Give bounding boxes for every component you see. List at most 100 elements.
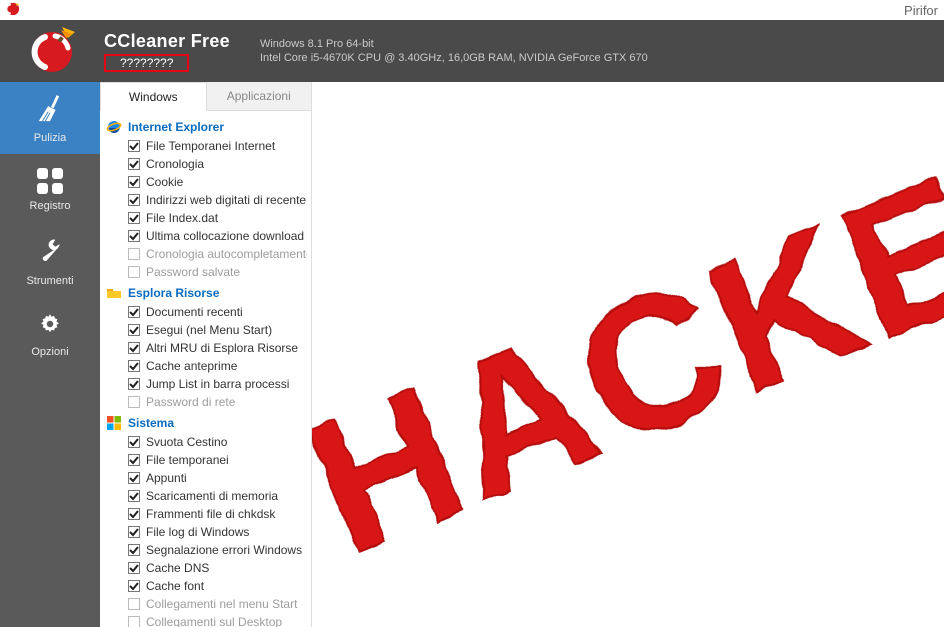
sidebar-item-strumenti[interactable]: Strumenti [0,226,100,298]
list-item[interactable]: Collegamenti sul Desktop [128,613,307,627]
list-item[interactable]: Cookie [128,173,307,191]
checkbox[interactable] [128,360,140,372]
list-item[interactable]: File Temporanei Internet [128,137,307,155]
item-label: Svuota Cestino [146,435,227,449]
item-label: Cache DNS [146,561,209,575]
list-item[interactable]: Cache font [128,577,307,595]
checkbox[interactable] [128,472,140,484]
checkbox[interactable] [128,176,140,188]
list-item[interactable]: Segnalazione errori Windows [128,541,307,559]
checkbox[interactable] [128,194,140,206]
list-item[interactable]: Cronologia [128,155,307,173]
checkbox[interactable] [128,396,140,408]
ie-icon [106,119,122,135]
windows-icon [106,415,122,431]
list-item[interactable]: Esegui (nel Menu Start) [128,321,307,339]
item-label: Altri MRU di Esplora Risorse [146,341,298,355]
item-label: Appunti [146,471,187,485]
checkbox[interactable] [128,212,140,224]
checkbox[interactable] [128,158,140,170]
group-header[interactable]: Sistema [106,413,307,433]
checkbox[interactable] [128,324,140,336]
group-header[interactable]: Internet Explorer [106,117,307,137]
registry-grid-icon [37,168,63,194]
checkbox[interactable] [128,266,140,278]
checkbox[interactable] [128,378,140,390]
item-label: Indirizzi web digitati di recente [146,193,306,207]
item-label: Documenti recenti [146,305,243,319]
item-label: Segnalazione errori Windows [146,543,302,557]
wrench-icon [36,238,64,275]
list-item[interactable]: Cache DNS [128,559,307,577]
list-item[interactable]: Appunti [128,469,307,487]
list-item[interactable]: Collegamenti nel menu Start [128,595,307,613]
checkbox[interactable] [128,140,140,152]
tab-applicazioni[interactable]: Applicazioni [207,82,312,111]
checkbox[interactable] [128,616,140,627]
broom-icon [35,93,65,132]
list-item[interactable]: Scaricamenti di memoria [128,487,307,505]
tab-windows[interactable]: Windows [100,82,207,111]
checkbox[interactable] [128,454,140,466]
sidebar-item-label: Registro [30,200,71,212]
list-item[interactable]: File temporanei [128,451,307,469]
group-title: Esplora Risorse [128,286,219,300]
folder-icon [106,285,122,301]
item-label: File Temporanei Internet [146,139,275,153]
item-label: Password di rete [146,395,235,409]
checkbox[interactable] [128,526,140,538]
app-title: CCleaner Free [104,31,230,51]
checkbox[interactable] [128,598,140,610]
list-item[interactable]: File log di Windows [128,523,307,541]
item-label: Frammenti file di chkdsk [146,507,275,521]
hw-line: Intel Core i5-4670K CPU @ 3.40GHz, 16,0G… [260,51,648,65]
group-title: Internet Explorer [128,120,224,134]
checkbox[interactable] [128,436,140,448]
sidebar-item-opzioni[interactable]: Opzioni [0,298,100,370]
cleaning-list: Internet Explorer File Temporanei Interne… [100,111,311,627]
item-label: Ultima collocazione download [146,229,304,243]
list-item[interactable]: Documenti recenti [128,303,307,321]
sidebar-item-registro[interactable]: Registro [0,154,100,226]
item-label: Cache font [146,579,204,593]
checkbox[interactable] [128,562,140,574]
sidebar-item-pulizia[interactable]: Pulizia [0,82,100,154]
item-label: Cronologia [146,157,204,171]
list-item[interactable]: Password salvate [128,263,307,281]
checkbox[interactable] [128,248,140,260]
item-label: Scaricamenti di memoria [146,489,278,503]
checkbox[interactable] [128,508,140,520]
hacked-stamp: HACKED [312,90,944,584]
app-logo-icon [28,26,76,77]
group-header[interactable]: Esplora Risorse [106,283,307,303]
checkbox[interactable] [128,342,140,354]
checkbox[interactable] [128,230,140,242]
list-item[interactable]: Altri MRU di Esplora Risorse [128,339,307,357]
tabs: Windows Applicazioni [100,82,311,111]
list-item[interactable]: Ultima collocazione download [128,227,307,245]
checkbox[interactable] [128,580,140,592]
sidebar-item-label: Opzioni [31,346,68,358]
gear-icon [37,311,63,346]
item-label: File log di Windows [146,525,249,539]
item-label: Password salvate [146,265,240,279]
list-item[interactable]: Indirizzi web digitati di recente [128,191,307,209]
os-line: Windows 8.1 Pro 64-bit [260,37,648,51]
group-title: Sistema [128,416,174,430]
list-item[interactable]: Jump List in barra processi [128,375,307,393]
app-header: CCleaner Free ???????? Windows 8.1 Pro 6… [0,20,944,82]
item-label: Cache anteprime [146,359,237,373]
list-item[interactable]: Cronologia autocompletamento mo [128,245,307,263]
checkbox[interactable] [128,490,140,502]
options-panel: Windows Applicazioni Internet Explorer Fi… [100,82,312,627]
list-item[interactable]: File Index.dat [128,209,307,227]
list-item[interactable]: Svuota Cestino [128,433,307,451]
version-text: ???????? [120,56,173,70]
list-item[interactable]: Cache anteprime [128,357,307,375]
checkbox[interactable] [128,306,140,318]
sidebar-item-label: Strumenti [26,275,73,287]
list-item[interactable]: Frammenti file di chkdsk [128,505,307,523]
checkbox[interactable] [128,544,140,556]
list-item[interactable]: Password di rete [128,393,307,411]
item-label: Jump List in barra processi [146,377,289,391]
